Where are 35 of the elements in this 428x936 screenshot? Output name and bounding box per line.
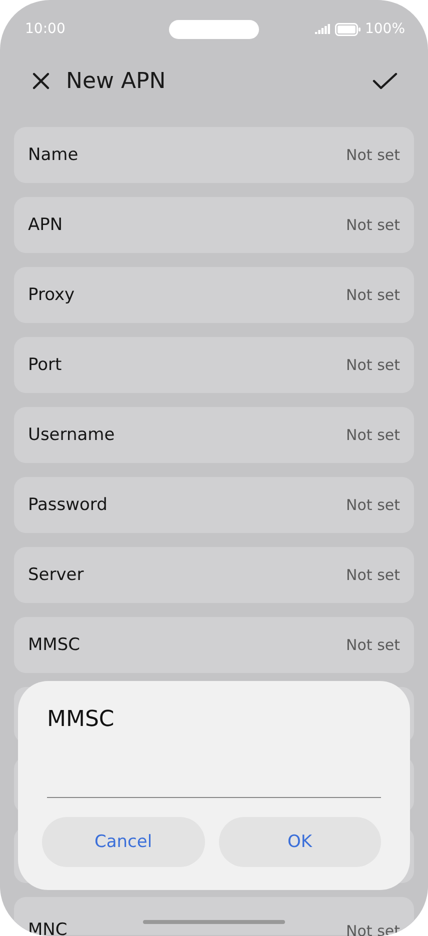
setting-row[interactable]: MMSC Not set bbox=[14, 617, 414, 673]
setting-value: Not set bbox=[346, 216, 400, 234]
setting-value: Not set bbox=[346, 146, 400, 164]
check-icon[interactable] bbox=[372, 70, 398, 92]
setting-label: MNC bbox=[28, 922, 68, 936]
setting-label: Password bbox=[28, 495, 108, 515]
setting-label: Name bbox=[28, 145, 78, 165]
setting-value: Not set bbox=[346, 426, 400, 444]
setting-row[interactable]: APN Not set bbox=[14, 197, 414, 253]
signal-icon bbox=[314, 24, 331, 34]
setting-row[interactable]: Server Not set bbox=[14, 547, 414, 603]
battery-level: 100% bbox=[364, 21, 405, 37]
cancel-button[interactable]: Cancel bbox=[42, 817, 204, 867]
setting-row[interactable]: Password Not set bbox=[14, 477, 414, 533]
setting-value: Not set bbox=[346, 636, 400, 654]
setting-label: Proxy bbox=[28, 285, 75, 305]
ok-button[interactable]: OK bbox=[218, 817, 381, 867]
setting-value: Not set bbox=[346, 286, 400, 304]
close-icon[interactable] bbox=[30, 70, 52, 92]
setting-row[interactable]: Name Not set bbox=[14, 127, 414, 183]
status-time: 10:00 bbox=[25, 21, 66, 37]
setting-row[interactable]: Proxy Not set bbox=[14, 267, 414, 323]
setting-value: Not set bbox=[346, 356, 400, 374]
setting-row[interactable]: Port Not set bbox=[14, 337, 414, 393]
setting-value: Not set bbox=[346, 566, 400, 584]
dialog-title: MMSC bbox=[47, 707, 114, 732]
setting-label: Server bbox=[28, 565, 84, 585]
setting-label: MMSC bbox=[28, 635, 80, 655]
setting-label: APN bbox=[28, 215, 63, 235]
setting-value: Not set bbox=[346, 496, 400, 514]
battery-icon bbox=[334, 22, 361, 36]
page-title: New APN bbox=[66, 68, 167, 94]
setting-row[interactable]: Username Not set bbox=[14, 407, 414, 463]
setting-label: Username bbox=[28, 425, 115, 445]
setting-label: Port bbox=[28, 355, 62, 375]
